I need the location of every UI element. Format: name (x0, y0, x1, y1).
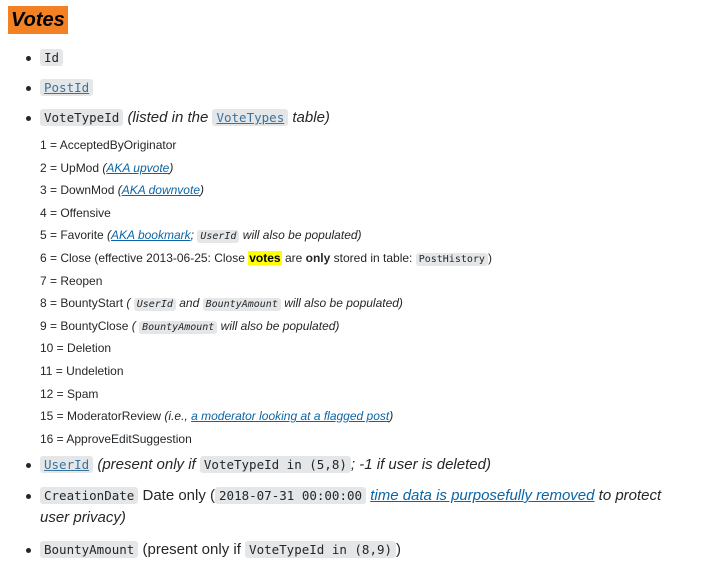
vote-type-label: 5 = Favorite (40, 228, 104, 243)
vote-type-row: 7 = Reopen (40, 270, 492, 293)
vote-type-desc-post: table) (292, 109, 330, 126)
post-id-link[interactable]: PostId (40, 79, 94, 96)
paren-close: ) (200, 183, 204, 198)
paren-open: ( (131, 318, 136, 333)
vote-type-label: 3 = DownMod (40, 183, 115, 198)
bounty-amount-code: BountyAmount (202, 298, 281, 312)
vote-type-row: 12 = Spam (40, 383, 492, 406)
vote-type-label: 8 = BountyStart (40, 296, 124, 311)
vote-type-label: 7 = Reopen (40, 273, 103, 288)
creation-date-code: CreationDate (40, 487, 139, 504)
vote-type-label: 12 = Spam (40, 386, 99, 401)
bounty-amount-desc-pre: (present only if (142, 541, 241, 558)
text-mid: are (284, 250, 303, 265)
vote-type-row: 10 = Deletion (40, 337, 492, 360)
field-id: Id (25, 47, 64, 69)
section-title: Votes (8, 6, 68, 34)
vote-type-label: 2 = UpMod (40, 160, 100, 175)
vote-type-row: 11 = Undeletion (40, 360, 492, 383)
upvote-link[interactable]: AKA upvote (106, 161, 169, 175)
vote-type-row: 2 = UpMod (AKA upvote) (40, 157, 492, 180)
note-text: will also be populated) (284, 296, 403, 311)
flagged-post-link[interactable]: a moderator looking at a flagged post (191, 409, 389, 423)
bounty-amount-condition-code: VoteTypeId in (8,9) (245, 541, 397, 558)
vote-type-row: 15 = ModeratorReview (i.e., a moderator … (40, 405, 492, 428)
highlighted-word: votes (248, 250, 282, 265)
vote-type-label: 10 = Deletion (40, 341, 112, 356)
vote-type-label: 6 = Close (effective 2013-06-25: Close (40, 250, 245, 265)
user-id-code: UserId (133, 298, 176, 312)
date-example-code: 2018-07-31 00:00:00 (215, 487, 367, 504)
separator: ; (190, 228, 194, 243)
creation-date-post-1: to protect (598, 487, 662, 504)
bookmark-link[interactable]: AKA bookmark (111, 228, 191, 242)
field-user-id: UserId (present only if VoteTypeId in (5… (26, 454, 491, 476)
paren-close: ) (389, 409, 394, 424)
vote-type-row: 5 = Favorite (AKA bookmark; UserId will … (40, 224, 492, 247)
and-text: and (179, 296, 200, 311)
user-id-condition-code: VoteTypeId in (5,8) (199, 456, 351, 473)
vote-type-row: 4 = Offensive (40, 202, 492, 225)
field-vote-type-id: VoteTypeId (listed in the VoteTypes tabl… (26, 107, 330, 129)
title-text: Votes (8, 6, 68, 34)
paren-open: (i.e., (164, 409, 188, 424)
vote-type-label: 9 = BountyClose (40, 318, 129, 333)
vote-type-label: 4 = Offensive (40, 205, 111, 220)
field-bounty-amount: BountyAmount (present only if VoteTypeId… (25, 539, 402, 561)
bounty-amount-code: BountyAmount (139, 320, 218, 334)
creation-date-text: Date only ( (142, 487, 216, 504)
note-text: will also be populated) (242, 228, 362, 243)
vote-type-label: 16 = ApproveEditSuggestion (40, 431, 192, 446)
vote-type-row: 1 = AcceptedByOriginator (40, 134, 492, 157)
note-text: will also be populated) (220, 318, 340, 333)
vote-type-list: 1 = AcceptedByOriginator 2 = UpMod (AKA … (40, 134, 492, 450)
user-id-code: UserId (197, 230, 240, 244)
time-data-link[interactable]: time data is purposefully removed (370, 487, 594, 504)
vote-type-row: 3 = DownMod (AKA downvote) (40, 179, 492, 202)
user-id-link[interactable]: UserId (40, 456, 94, 473)
vote-type-label: 15 = ModeratorReview (40, 409, 162, 424)
vote-type-row: 8 = BountyStart ( UserId and BountyAmoun… (40, 292, 492, 315)
text-rest: stored in table: (333, 250, 413, 265)
field-creation-date: CreationDate Date only (2018-07-31 00:00… (26, 485, 680, 529)
user-id-desc-post: ; -1 if user is deleted) (350, 456, 491, 473)
field-post-id: PostId (25, 77, 94, 99)
paren-close: ) (487, 250, 492, 265)
paren-open: ( (126, 296, 131, 311)
user-id-desc-pre: (present only if (97, 456, 196, 473)
field-id-code: Id (40, 49, 64, 66)
vote-type-row: 16 = ApproveEditSuggestion (40, 428, 492, 451)
bold-word: only (305, 250, 331, 265)
vote-type-desc-pre: (listed in the (127, 109, 209, 126)
post-history-code: PostHistory (415, 252, 488, 266)
vote-type-id-code: VoteTypeId (40, 109, 124, 126)
bounty-amount-code: BountyAmount (40, 541, 139, 558)
bounty-amount-desc-post: ) (396, 541, 402, 558)
vote-type-row: 6 = Close (effective 2013-06-25: Close v… (40, 247, 492, 270)
paren-close: ) (169, 160, 174, 175)
downvote-link[interactable]: AKA downvote (122, 183, 200, 197)
vote-types-link[interactable]: VoteTypes (212, 109, 289, 126)
vote-type-label: 11 = Undeletion (40, 363, 124, 378)
vote-type-label: 1 = AcceptedByOriginator (40, 138, 177, 152)
vote-type-row: 9 = BountyClose ( BountyAmount will also… (40, 315, 492, 338)
creation-date-post-2: user privacy) (40, 509, 126, 526)
